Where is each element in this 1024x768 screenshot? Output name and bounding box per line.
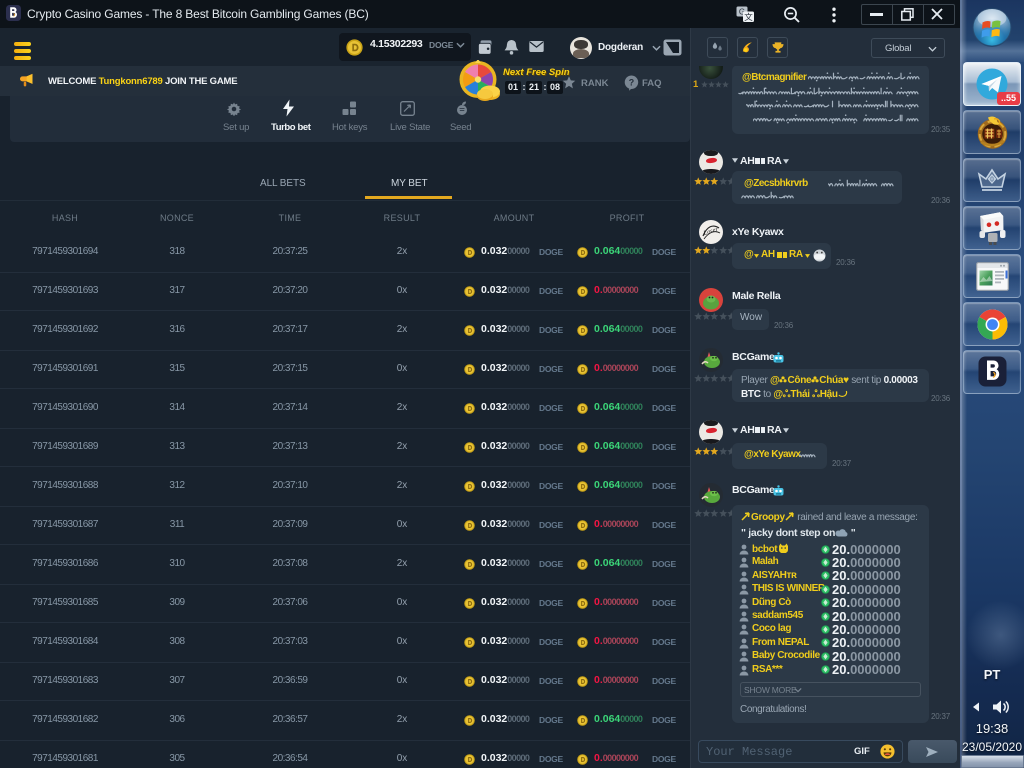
svg-text:文: 文 [744, 12, 753, 22]
svg-text:Loser: Loser [702, 226, 720, 238]
svg-text:?: ? [629, 78, 634, 88]
